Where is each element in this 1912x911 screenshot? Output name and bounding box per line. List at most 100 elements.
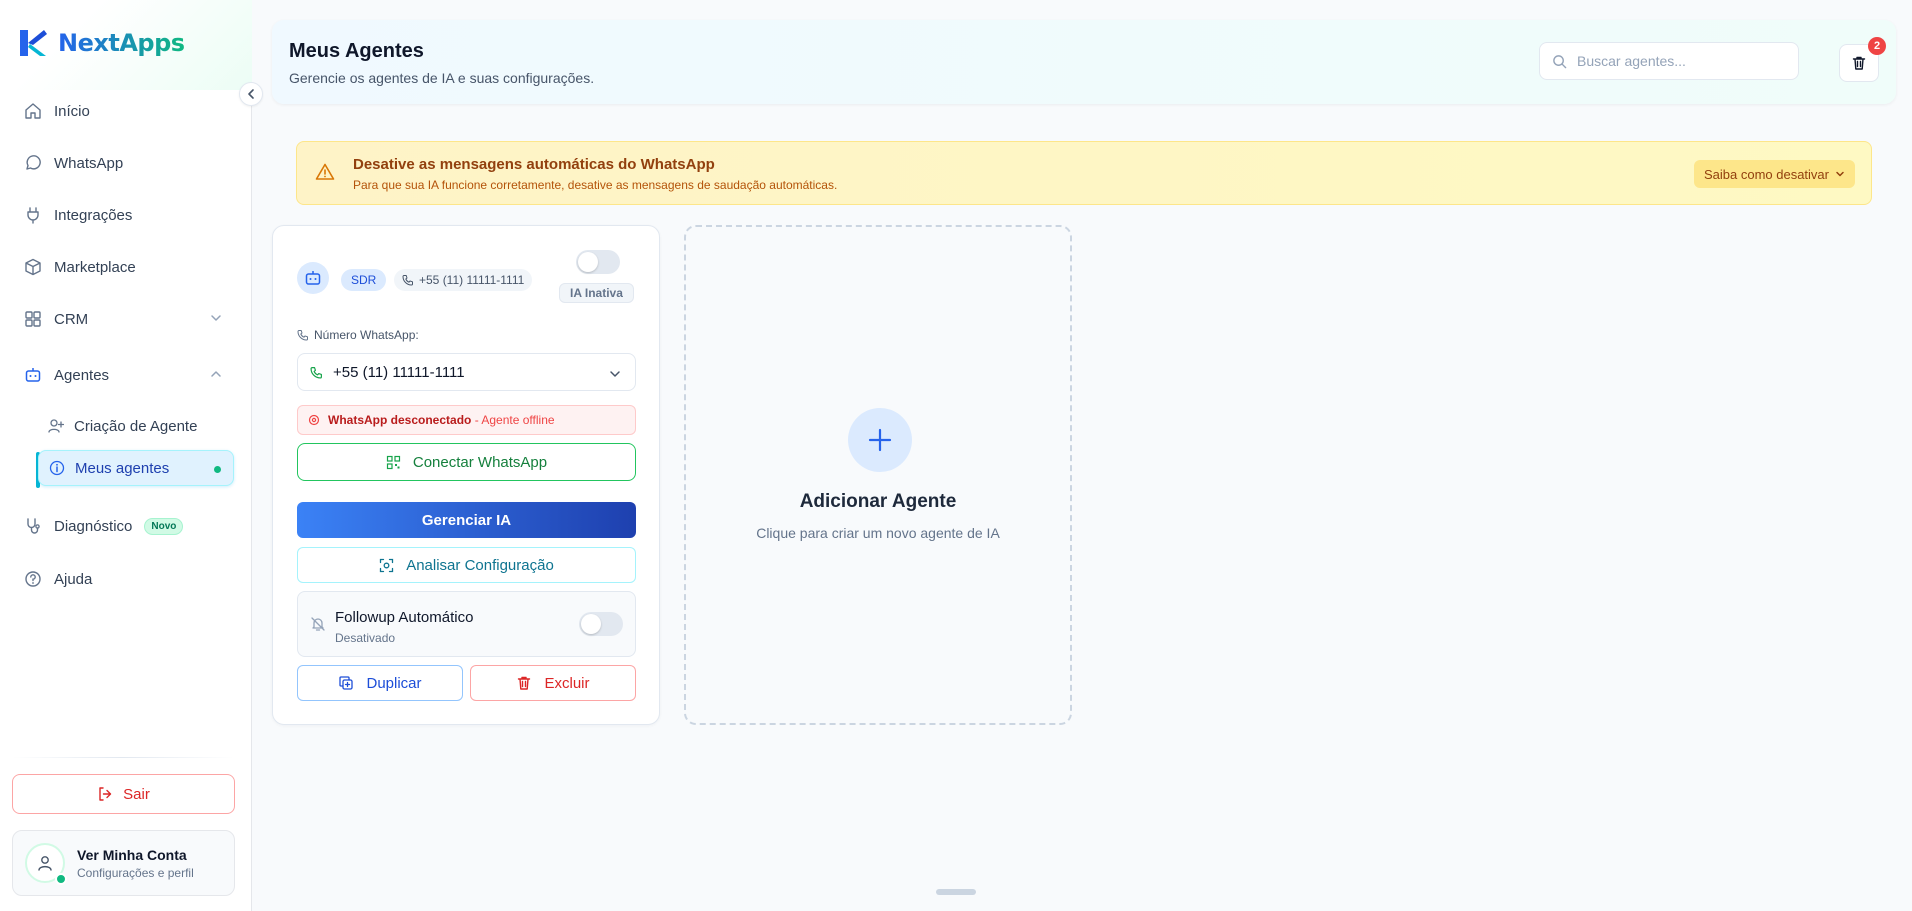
trash-count-badge: 2	[1868, 37, 1886, 55]
account-card[interactable]: Ver Minha Conta Configurações e perfil	[12, 830, 235, 896]
sidebar-item-crm[interactable]: CRM	[12, 299, 234, 339]
agent-avatar	[297, 262, 329, 294]
logo[interactable]: NextApps	[18, 28, 185, 58]
sidebar-subitem-meus-agentes[interactable]: Meus agentes	[38, 450, 234, 486]
account-subtitle: Configurações e perfil	[77, 865, 194, 880]
agent-phone-tag: +55 (11) 11111-1111	[394, 269, 533, 291]
delete-button[interactable]: Excluir	[470, 665, 636, 701]
connect-whatsapp-label: Conectar WhatsApp	[412, 453, 548, 471]
sidebar-subitem-label: Criação de Agente	[74, 417, 198, 435]
account-title: Ver Minha Conta	[77, 846, 187, 863]
field-label-text: Número WhatsApp:	[314, 328, 419, 342]
chevron-down-icon	[211, 315, 221, 321]
trash-icon	[1852, 56, 1866, 70]
grid-icon	[25, 311, 41, 327]
sidebar-item-integracoes[interactable]: Integrações	[12, 195, 234, 235]
sidebar-item-whatsapp[interactable]: WhatsApp	[12, 143, 234, 183]
manage-ia-button[interactable]: Gerenciar IA	[297, 502, 636, 538]
duplicate-button[interactable]: Duplicar	[297, 665, 463, 701]
sidebar-item-ajuda[interactable]: Ajuda	[12, 559, 234, 599]
page-title: Meus Agentes	[289, 40, 424, 62]
user-icon	[38, 856, 52, 871]
package-icon	[25, 258, 41, 276]
bot-icon	[305, 271, 321, 285]
followup-toggle[interactable]	[579, 612, 623, 636]
followup-panel: Followup Automático Desativado	[297, 591, 636, 657]
search-input[interactable]	[1577, 53, 1777, 69]
sidebar-subitem-criacao-agente[interactable]: Criação de Agente	[38, 408, 234, 444]
search-icon	[1553, 54, 1567, 68]
new-badge: Novo	[144, 517, 184, 535]
phone-icon	[402, 275, 413, 286]
agent-type-tag: SDR	[341, 269, 387, 291]
avatar	[25, 843, 67, 885]
scroll-handle[interactable]	[936, 889, 976, 895]
sidebar-item-label: CRM	[54, 310, 89, 328]
connect-whatsapp-button[interactable]: Conectar WhatsApp	[297, 443, 636, 481]
add-agent-circle	[848, 408, 912, 472]
search-box[interactable]	[1539, 42, 1799, 80]
sidebar-item-label: Agentes	[54, 366, 110, 384]
trash-button[interactable]: 2	[1839, 37, 1886, 82]
user-plus-icon	[48, 419, 64, 433]
sidebar-item-inicio[interactable]: Início	[12, 91, 234, 131]
alert-message: Para que sua IA funcione corretamente, d…	[353, 178, 838, 192]
warning-icon	[315, 163, 335, 180]
phone-icon	[310, 366, 322, 379]
active-status-dot	[214, 466, 221, 473]
whatsapp-number-select[interactable]: +55 (11) 11111-1111	[297, 353, 636, 391]
bot-icon	[25, 368, 41, 382]
whatsapp-icon	[26, 155, 41, 170]
chevron-up-icon	[211, 371, 221, 377]
page-subtitle: Gerencie os agentes de IA e suas configu…	[289, 70, 595, 86]
sidebar-item-label: Ajuda	[54, 570, 93, 588]
logout-label: Sair	[123, 785, 150, 803]
sidebar-item-label: Integrações	[54, 206, 133, 224]
plus-icon	[868, 428, 892, 452]
online-status-dot	[55, 873, 67, 885]
chevron-down-icon	[1836, 171, 1844, 177]
qr-code-icon	[386, 455, 400, 469]
agent-card: SDR +55 (11) 11111-1111 IA Inativa Númer…	[272, 225, 660, 725]
scan-icon	[380, 558, 394, 572]
sidebar-divider	[12, 757, 234, 758]
logo-area: NextApps	[0, 0, 252, 90]
alert-title: Desative as mensagens automáticas do Wha…	[353, 156, 715, 173]
logout-icon	[99, 787, 112, 801]
ia-toggle[interactable]	[576, 250, 620, 274]
sidebar: NextApps Início WhatsApp Integrações Mar…	[0, 0, 263, 911]
whatsapp-alert: Desative as mensagens automáticas do Wha…	[296, 141, 1872, 205]
followup-title: Followup Automático	[335, 609, 474, 626]
logout-button[interactable]: Sair	[12, 774, 235, 814]
learn-how-label: Saiba como desativar	[1703, 166, 1829, 182]
connection-detail-text: - Agente offline	[474, 413, 555, 427]
sidebar-item-diagnostico[interactable]: Diagnóstico Novo	[12, 506, 234, 546]
duplicate-label: Duplicar	[366, 674, 422, 692]
whatsapp-number-label: Número WhatsApp:	[297, 328, 419, 342]
add-agent-subtitle: Clique para criar um novo agente de IA	[756, 525, 1000, 541]
connection-status-text: WhatsApp desconectado	[328, 413, 472, 427]
chevron-left-icon	[248, 89, 254, 99]
trash-icon	[518, 676, 531, 690]
stethoscope-icon	[27, 518, 40, 534]
connection-status-banner: WhatsApp desconectado - Agente offline	[297, 405, 636, 435]
agent-phone-text: +55 (11) 11111-1111	[419, 273, 525, 287]
learn-how-button[interactable]: Saiba como desativar	[1693, 160, 1855, 188]
phone-icon	[297, 330, 308, 341]
selected-number: +55 (11) 11111-1111	[333, 363, 465, 381]
sidebar-item-marketplace[interactable]: Marketplace	[12, 247, 234, 287]
analyze-config-button[interactable]: Analisar Configuração	[297, 547, 636, 583]
collapse-sidebar-button[interactable]	[239, 82, 263, 106]
add-agent-title: Adicionar Agente	[799, 491, 957, 512]
chevron-down-icon	[610, 371, 620, 377]
add-agent-card[interactable]: Adicionar Agente Clique para criar um no…	[684, 225, 1072, 725]
help-icon	[25, 571, 41, 587]
plug-icon	[27, 207, 39, 224]
analyze-config-label: Analisar Configuração	[406, 556, 554, 574]
sidebar-item-label: Início	[54, 102, 90, 120]
sidebar-item-agentes[interactable]: Agentes	[12, 355, 234, 395]
followup-status: Desativado	[335, 631, 396, 645]
home-icon	[25, 103, 41, 119]
sidebar-item-label: WhatsApp	[54, 154, 124, 172]
info-icon	[49, 460, 65, 476]
